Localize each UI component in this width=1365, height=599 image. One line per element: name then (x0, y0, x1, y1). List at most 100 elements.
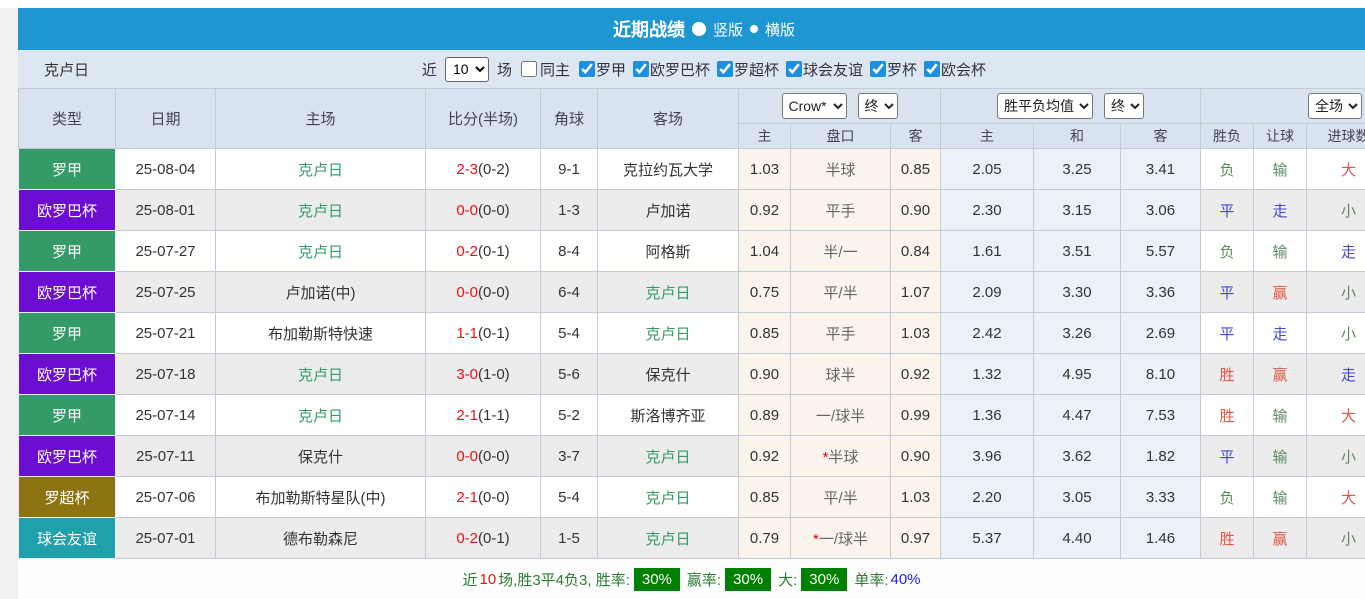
league-filter-label: 欧会杯 (941, 59, 986, 80)
result-goals: 小 (1307, 518, 1365, 559)
away-team-name[interactable]: 克卢日 (645, 449, 690, 466)
odds-time-select[interactable]: 终 (858, 93, 898, 119)
col-header-date: 日期 (116, 89, 216, 149)
handicap-line-cell: 平手 (791, 313, 891, 354)
avg-home-odds: 2.30 (941, 190, 1034, 231)
league-filter-checkbox[interactable] (633, 61, 649, 77)
layout-vertical-radio-icon[interactable] (692, 22, 706, 36)
avg-draw-odds: 3.05 (1034, 477, 1121, 518)
avg-home-odds: 2.20 (941, 477, 1034, 518)
away-team-name[interactable]: 克卢日 (645, 490, 690, 507)
result-wdl: 负 (1201, 149, 1254, 190)
avg-type-select[interactable]: 胜平负均值 (997, 93, 1093, 119)
table-row: 罗甲 25-07-27 克卢日 0-2(0-1) 8-4 阿格斯 1.04 半/… (19, 231, 1365, 272)
away-team-name[interactable]: 克拉约瓦大学 (623, 162, 713, 179)
home-team-cell: 克卢日 (216, 354, 426, 395)
away-team-name[interactable]: 克卢日 (645, 531, 690, 548)
away-team-name[interactable]: 保克什 (645, 367, 690, 384)
away-team-name[interactable]: 克卢日 (645, 326, 690, 343)
handicap-odds-away: 0.97 (891, 518, 941, 559)
fulltime-score: 3-0 (456, 366, 478, 383)
league-filter-checkbox[interactable] (870, 61, 886, 77)
match-date: 25-07-14 (116, 395, 216, 436)
home-team-name[interactable]: 克卢日 (298, 408, 343, 425)
away-team-name[interactable]: 卢加诺 (645, 203, 690, 220)
layout-horizontal-radio-icon[interactable] (750, 25, 758, 33)
home-team-name[interactable]: 克卢日 (298, 203, 343, 220)
away-team-cell: 斯洛博齐亚 (598, 395, 739, 436)
home-team-name[interactable]: 德布勒森尼 (283, 531, 358, 548)
match-date: 25-07-01 (116, 518, 216, 559)
results-table: 类型 日期 主场 比分(半场) 角球 客场 Crow* 终 (18, 88, 1365, 559)
away-team-name[interactable]: 斯洛博齐亚 (630, 408, 705, 425)
fulltime-score: 0-2 (456, 243, 478, 260)
avg-away-odds: 8.10 (1121, 354, 1201, 395)
handicap-line: 半球 (825, 162, 855, 179)
avg-draw-odds: 3.15 (1034, 190, 1121, 231)
same-home-checkbox[interactable] (521, 61, 537, 77)
avg-home-odds: 2.42 (941, 313, 1034, 354)
fulltime-score: 2-1 (456, 489, 478, 506)
handicap-odds-home: 0.92 (739, 190, 791, 231)
fulltime-score: 0-2 (456, 530, 478, 547)
layout-vertical-label[interactable]: 竖版 (713, 19, 743, 40)
avg-home-odds: 1.32 (941, 354, 1034, 395)
match-score-cell: 2-3(0-2) (426, 149, 541, 190)
league-filter-checkbox[interactable] (579, 61, 595, 77)
league-filter-item: 欧会杯 (917, 59, 986, 80)
handicap-line-cell: 球半 (791, 354, 891, 395)
result-period-select[interactable]: 全场 (1308, 93, 1362, 119)
col-header-away: 客场 (598, 89, 739, 149)
match-date: 25-07-06 (116, 477, 216, 518)
home-team-name[interactable]: 克卢日 (298, 162, 343, 179)
avg-time-select[interactable]: 终 (1104, 93, 1144, 119)
avg-home-odds: 1.36 (941, 395, 1034, 436)
match-score-cell: 0-0(0-0) (426, 272, 541, 313)
table-row: 欧罗巴杯 25-07-25 卢加诺(中) 0-0(0-0) 6-4 克卢日 0.… (19, 272, 1365, 313)
result-handicap: 输 (1254, 477, 1307, 518)
avg-home-odds: 2.05 (941, 149, 1034, 190)
halftime-score: (1-0) (478, 366, 510, 383)
league-filter-checkbox[interactable] (786, 61, 802, 77)
win-odds-badge: 30% (725, 568, 771, 591)
league-filter-checkbox[interactable] (924, 61, 940, 77)
table-row: 罗甲 25-07-14 克卢日 2-1(1-1) 5-2 斯洛博齐亚 0.89 … (19, 395, 1365, 436)
result-wdl: 胜 (1201, 354, 1254, 395)
match-count-select[interactable]: 10 (445, 57, 489, 82)
table-header: 类型 日期 主场 比分(半场) 角球 客场 Crow* 终 (19, 89, 1365, 149)
halftime-score: (0-0) (478, 448, 510, 465)
home-team-cell: 布加勒斯特快速 (216, 313, 426, 354)
away-team-cell: 克卢日 (598, 436, 739, 477)
handicap-odds-away: 1.03 (891, 477, 941, 518)
handicap-odds-home: 0.85 (739, 313, 791, 354)
avg-away-odds: 5.57 (1121, 231, 1201, 272)
home-team-cell: 克卢日 (216, 190, 426, 231)
recent-results-panel: 近期战绩 竖版 横版 克卢日 近 10 场 同主 罗甲欧罗巴杯罗超杯球会友谊罗杯… (18, 8, 1365, 599)
away-team-name[interactable]: 阿格斯 (645, 244, 690, 261)
result-wdl: 平 (1201, 190, 1254, 231)
result-goals: 大 (1307, 149, 1365, 190)
odds-company-select[interactable]: Crow* (782, 93, 847, 119)
home-team-name[interactable]: 保克什 (298, 449, 343, 466)
league-filter-checkbox[interactable] (717, 61, 733, 77)
home-team-cell: 德布勒森尼 (216, 518, 426, 559)
layout-horizontal-label[interactable]: 横版 (765, 19, 795, 40)
league-badge: 欧罗巴杯 (19, 436, 116, 477)
match-date: 25-07-11 (116, 436, 216, 477)
result-group-header: 全场 (1201, 89, 1365, 124)
summary-bar: 近10场,胜3平4负3, 胜率: 30% 赢率: 30% 大: 30% 单率:4… (18, 559, 1365, 599)
home-team-name[interactable]: 克卢日 (298, 244, 343, 261)
away-team-name[interactable]: 克卢日 (645, 285, 690, 302)
table-row: 罗甲 25-08-04 克卢日 2-3(0-2) 9-1 克拉约瓦大学 1.03… (19, 149, 1365, 190)
handicap-line: 半球 (828, 449, 858, 466)
home-team-name[interactable]: 布加勒斯特星队(中) (256, 490, 386, 507)
home-team-name[interactable]: 克卢日 (298, 367, 343, 384)
league-filter-item: 球会友谊 (779, 59, 863, 80)
avg-group-header: 胜平负均值 终 (941, 89, 1201, 124)
result-goals: 走 (1307, 231, 1365, 272)
home-team-name[interactable]: 卢加诺(中) (286, 285, 356, 302)
top-margin (0, 0, 1365, 8)
avg-draw-odds: 3.25 (1034, 149, 1121, 190)
result-wdl: 平 (1201, 436, 1254, 477)
home-team-name[interactable]: 布加勒斯特快速 (268, 326, 373, 343)
